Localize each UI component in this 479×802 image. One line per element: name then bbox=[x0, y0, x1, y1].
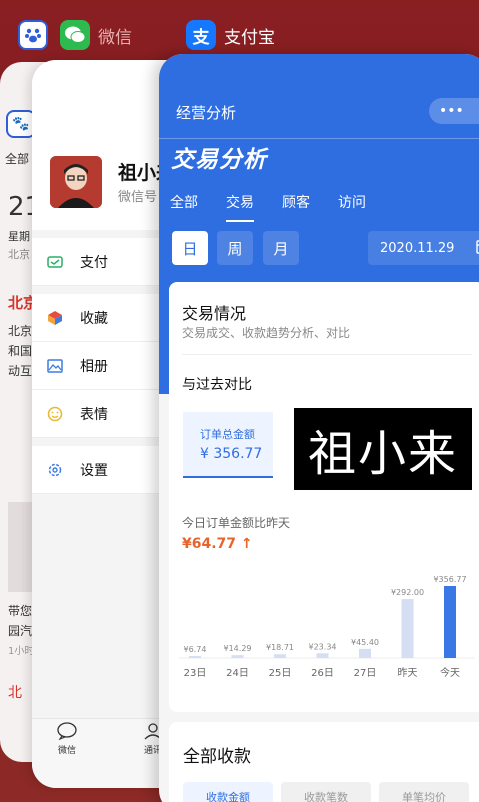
chip-receipt-count[interactable]: 收款笔数 bbox=[281, 782, 371, 802]
baidu-app-label[interactable] bbox=[18, 20, 48, 50]
chart-bar-4[interactable] bbox=[359, 648, 371, 658]
header-divider bbox=[159, 138, 479, 139]
baidu-tab-all[interactable]: 全部 bbox=[5, 150, 29, 167]
metric-order-total[interactable]: 订单总金额 ¥ 356.77 bbox=[183, 412, 273, 478]
compare-title: 与过去对比 bbox=[182, 377, 252, 393]
chart-bar-1[interactable] bbox=[231, 655, 244, 658]
chart-value-label-2: ¥18.71 bbox=[266, 643, 294, 652]
chart-value-label-4: ¥45.40 bbox=[351, 638, 379, 647]
baidu-line-2: 和国 bbox=[8, 344, 33, 358]
baidu-line-5: 园汽 bbox=[8, 624, 33, 638]
alipay-app-label[interactable]: 支 支付宝 bbox=[186, 20, 275, 50]
emoji-icon bbox=[46, 405, 64, 423]
settings-icon bbox=[46, 461, 64, 479]
section-title: 交易情况 bbox=[182, 304, 247, 323]
transaction-overview-card: 交易情况 交易成交、收款趋势分析、对比 与过去对比 订单总金额 ¥ 356.77… bbox=[169, 282, 479, 712]
order-amount-bar-chart: ¥6.74 23日 ¥14.29 24日 ¥18.71 25日 ¥23.34 26日 ¥45.4… bbox=[179, 575, 475, 679]
period-month-button[interactable]: 月 bbox=[263, 231, 299, 265]
chart-value-label-5: ¥292.00 bbox=[391, 588, 424, 597]
period-week-button[interactable]: 周 bbox=[217, 231, 253, 265]
baidu-app-icon bbox=[18, 20, 48, 50]
tab-visit[interactable]: 访问 bbox=[338, 192, 366, 222]
section-banner-title: 交易分析 bbox=[171, 147, 267, 173]
profile-wechat-id: 微信号 bbox=[118, 190, 158, 205]
chart-category-label-3: 26日 bbox=[311, 668, 334, 679]
chart-value-label-1: ¥14.29 bbox=[224, 644, 252, 653]
date-picker[interactable]: 2020.11.29 bbox=[368, 231, 479, 265]
menu-label-album: 相册 bbox=[80, 358, 108, 375]
chart-category-label-6: 今天 bbox=[440, 666, 460, 679]
today-delta-value: ¥64.77 ↑ bbox=[182, 536, 253, 552]
chart-bar-0[interactable] bbox=[189, 656, 201, 658]
tab-transaction[interactable]: 交易 bbox=[226, 192, 254, 222]
chart-category-label-1: 24日 bbox=[226, 668, 249, 679]
tab-all[interactable]: 全部 bbox=[170, 192, 198, 222]
date-value: 2020.11.29 bbox=[380, 240, 455, 256]
avatar[interactable] bbox=[50, 156, 102, 208]
menu-label-pay: 支付 bbox=[80, 254, 108, 271]
menu-label-settings: 设置 bbox=[80, 462, 108, 479]
section-subtitle: 交易成交、收款趋势分析、对比 bbox=[182, 326, 351, 340]
chart-category-label-0: 23日 bbox=[184, 668, 207, 679]
metric-label: 订单总金额 bbox=[200, 428, 255, 441]
chart-value-label-3: ¥23.34 bbox=[309, 642, 337, 651]
chart-bar-2[interactable] bbox=[274, 654, 286, 658]
tab-wechat-label: 微信 bbox=[57, 746, 76, 756]
today-compare-label: 今日订单金额比昨天 bbox=[182, 516, 291, 530]
tab-customer[interactable]: 顾客 bbox=[282, 192, 310, 222]
chip-receipt-amount[interactable]: 收款金额 bbox=[183, 782, 273, 802]
baidu-line-4: 带您 bbox=[8, 604, 33, 618]
chart-value-label-6: ¥356.77 bbox=[433, 575, 466, 584]
wechat-app-name: 微信 bbox=[98, 27, 132, 48]
menu-label-collect: 收藏 bbox=[80, 310, 108, 327]
section-divider bbox=[182, 354, 472, 355]
chat-icon bbox=[57, 722, 77, 741]
chip-avg-price[interactable]: 单笔均价 bbox=[379, 782, 469, 802]
all-receipts-card: 全部收款 收款金额 收款笔数 单笔均价 bbox=[169, 722, 479, 802]
chart-category-label-4: 27日 bbox=[354, 668, 377, 679]
album-icon bbox=[46, 357, 64, 375]
wechat-app-icon bbox=[60, 20, 90, 50]
more-icon[interactable]: ••• bbox=[439, 103, 464, 119]
pay-icon bbox=[46, 253, 64, 271]
chart-value-label-0: ¥6.74 bbox=[184, 645, 207, 654]
alipay-app-name: 支付宝 bbox=[224, 27, 275, 48]
analysis-tabs: 全部 交易 顾客 访问 bbox=[170, 192, 366, 222]
menu-label-emoji: 表情 bbox=[80, 406, 108, 423]
chart-bar-3[interactable] bbox=[316, 653, 329, 658]
period-day-button[interactable]: 日 bbox=[172, 231, 208, 265]
chart-category-label-5: 昨天 bbox=[398, 667, 418, 679]
watermark-stamp: 祖小来 bbox=[294, 408, 472, 490]
baidu-city: 北京 bbox=[8, 248, 30, 261]
page-title: 经营分析 bbox=[176, 104, 237, 122]
mini-program-capsule[interactable]: ••• bbox=[429, 98, 479, 124]
alipay-card[interactable]: 经营分析 ••• 交易分析 全部 交易 顾客 访问 日 周 月 2020.11.… bbox=[159, 54, 479, 802]
collect-icon bbox=[46, 309, 64, 327]
alipay-app-icon: 支 bbox=[186, 20, 216, 50]
wechat-app-label[interactable]: 微信 bbox=[60, 20, 132, 50]
baidu-line-1: 北京 bbox=[8, 324, 33, 338]
metric-value: ¥ 356.77 bbox=[200, 446, 263, 462]
chart-category-label-2: 25日 bbox=[269, 668, 292, 679]
tab-wechat[interactable]: 微信 bbox=[56, 722, 78, 756]
chart-bar-5[interactable] bbox=[401, 599, 414, 658]
all-receipts-title: 全部收款 bbox=[183, 747, 251, 767]
baidu-line-3: 动互 bbox=[8, 364, 33, 378]
baidu-footer: 北 bbox=[8, 685, 22, 701]
baidu-line-6: 1小时 bbox=[8, 646, 35, 657]
baidu-weekday: 星期 bbox=[8, 230, 30, 243]
chart-bar-6[interactable] bbox=[444, 586, 456, 658]
